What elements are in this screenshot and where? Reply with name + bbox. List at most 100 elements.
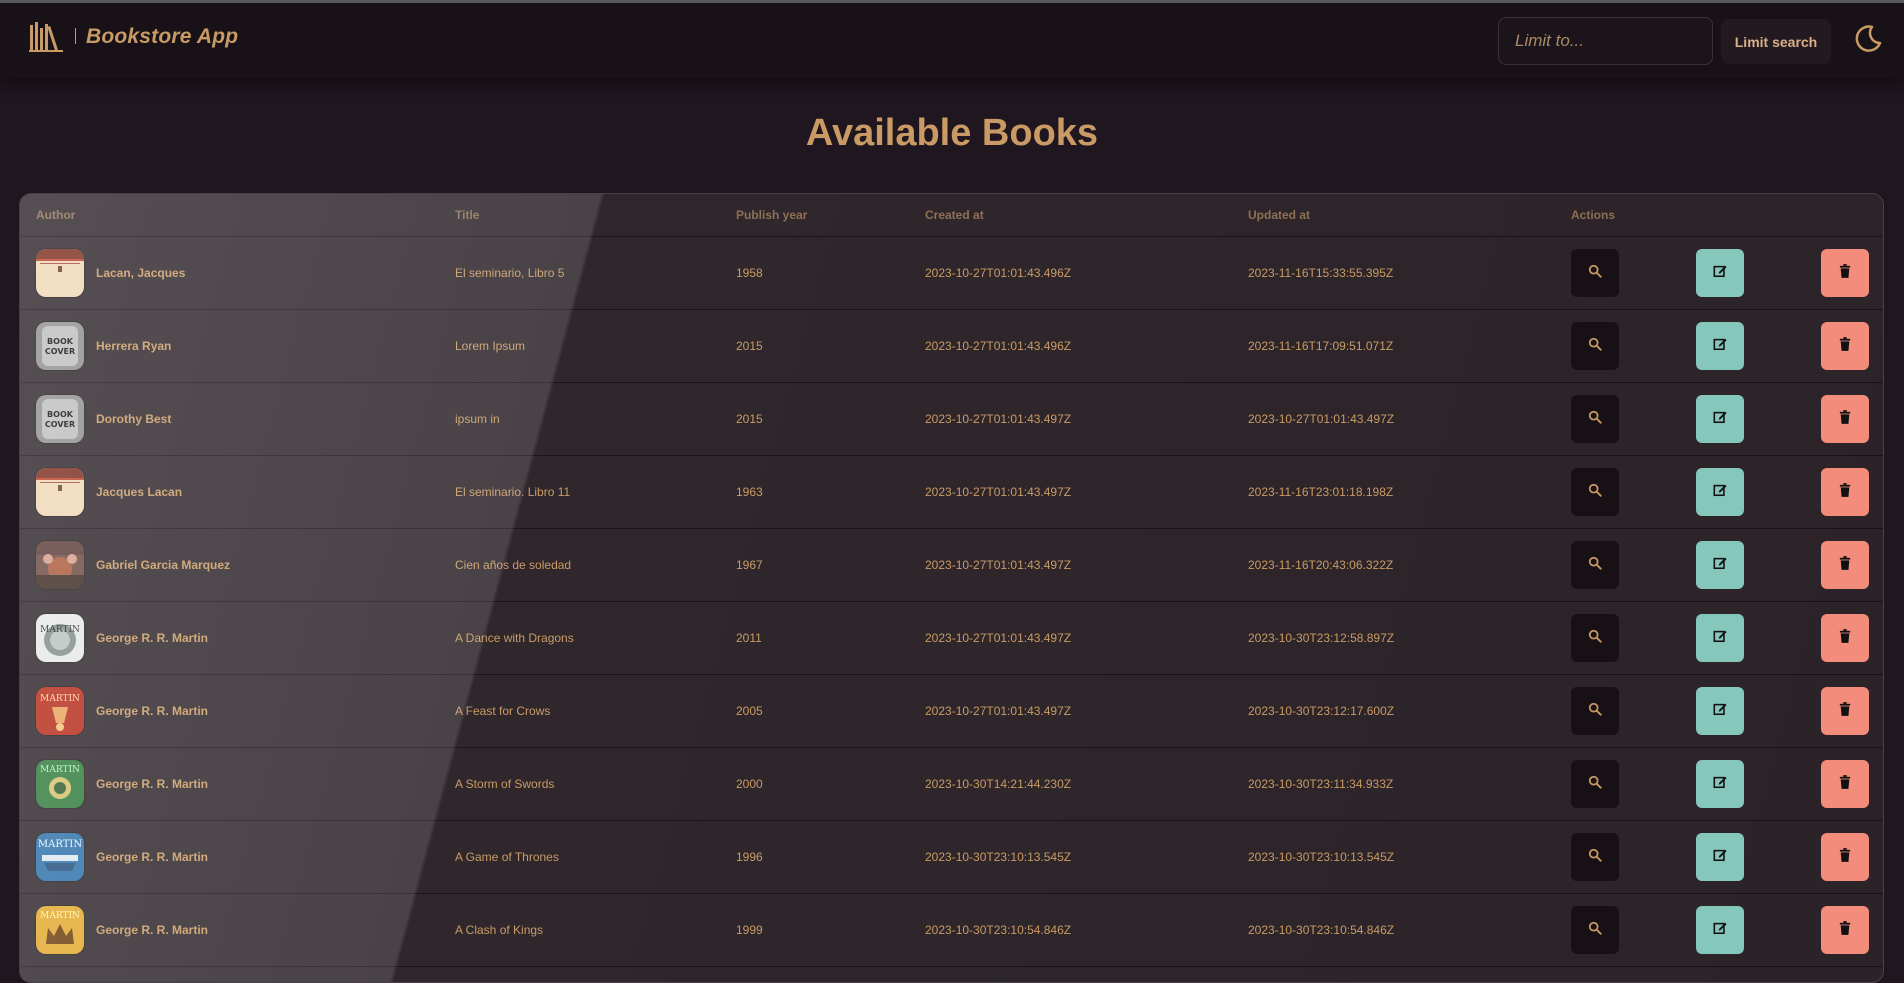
author-name: Herrera Ryan	[96, 338, 172, 353]
delete-button[interactable]	[1821, 686, 1869, 735]
actions-cell	[1555, 455, 1883, 528]
column-header-author[interactable]: Author	[20, 194, 439, 237]
publish-year-cell: 2015	[736, 338, 763, 353]
edit-icon	[1713, 264, 1727, 281]
edit-button[interactable]	[1696, 540, 1744, 589]
svg-text:BOOK: BOOK	[47, 410, 74, 419]
edit-button[interactable]	[1696, 905, 1744, 954]
svg-text:BOOK: BOOK	[47, 337, 74, 346]
search-icon	[1588, 410, 1602, 427]
delete-button[interactable]	[1821, 540, 1869, 589]
created-at-cell: 2023-10-27T01:01:43.497Z	[925, 630, 1072, 645]
publish-year-cell: 2005	[736, 703, 763, 718]
moon-icon	[1852, 23, 1884, 60]
author-cell: MARTIN George R. R. Martin	[20, 747, 439, 820]
delete-button[interactable]	[1821, 905, 1869, 954]
updated-at-cell: 2023-11-16T17:09:51.071Z	[1248, 338, 1394, 353]
column-header-publish-year[interactable]: Publish year	[720, 194, 909, 237]
author-cell: MARTIN George R. R. Martin	[20, 893, 439, 966]
edit-icon	[1713, 483, 1727, 500]
edit-button[interactable]	[1696, 686, 1744, 735]
updated-at-cell: 2023-10-30T23:10:13.545Z	[1248, 849, 1395, 864]
column-header-actions: Actions	[1555, 194, 1883, 237]
view-button[interactable]	[1571, 394, 1619, 443]
view-button[interactable]	[1571, 248, 1619, 297]
updated-at-cell: 2023-10-30T23:11:34.933Z	[1248, 776, 1394, 791]
column-header-created-at[interactable]: Created at	[909, 194, 1232, 237]
created-at-cell: 2023-10-30T14:21:44.230Z	[925, 776, 1072, 791]
limit-search-button[interactable]: Limit search	[1721, 19, 1831, 64]
delete-button[interactable]	[1821, 467, 1869, 516]
view-button[interactable]	[1571, 321, 1619, 370]
edit-button[interactable]	[1696, 248, 1744, 297]
brand[interactable]: Bookstore App	[29, 22, 238, 52]
edit-button[interactable]	[1696, 613, 1744, 662]
table-row: BOOK COVER Dorothy Best ipsum in 2015 2023-10…	[20, 382, 1883, 455]
publish-year-cell: 1967	[736, 557, 763, 572]
view-button[interactable]	[1571, 686, 1619, 735]
column-header-title[interactable]: Title	[439, 194, 720, 237]
table-row: MARTIN George R. R. Martin A Dance with Dr…	[20, 601, 1883, 674]
search-icon	[1588, 483, 1602, 500]
view-button[interactable]	[1571, 467, 1619, 516]
edit-button[interactable]	[1696, 321, 1744, 370]
author-name: George R. R. Martin	[96, 849, 209, 864]
view-button[interactable]	[1571, 832, 1619, 881]
view-button[interactable]	[1571, 905, 1619, 954]
limit-input[interactable]	[1498, 17, 1713, 65]
author-cell: Lacan, Jacques	[20, 236, 439, 309]
table-row: MARTIN George R. R. Martin A Storm of Swor…	[20, 747, 1883, 820]
edit-button[interactable]	[1696, 394, 1744, 443]
created-at-cell: 2023-10-27T01:01:43.497Z	[925, 484, 1072, 499]
view-button[interactable]	[1571, 540, 1619, 589]
actions-cell	[1555, 236, 1883, 309]
delete-button[interactable]	[1821, 759, 1869, 808]
edit-icon	[1713, 556, 1727, 573]
table-row: MARTIN George R. R. Martin A Feast for Cro…	[20, 674, 1883, 747]
author-name: George R. R. Martin	[96, 922, 209, 937]
actions-cell	[1555, 674, 1883, 747]
column-header-updated-at[interactable]: Updated at	[1232, 194, 1555, 237]
edit-button[interactable]	[1696, 832, 1744, 881]
updated-at-cell: 2023-10-30T23:10:54.846Z	[1248, 922, 1395, 937]
edit-icon	[1713, 629, 1727, 646]
table-body: Lacan, Jacques El seminario, Libro 5 1958 2…	[20, 236, 1883, 966]
delete-button[interactable]	[1821, 248, 1869, 297]
trash-icon	[1839, 629, 1851, 646]
publish-year-cell: 2011	[736, 630, 762, 645]
edit-button[interactable]	[1696, 759, 1744, 808]
books-table: Author Title Publish year Created at Upd…	[20, 194, 1883, 967]
author-cell: BOOK COVER Herrera Ryan	[20, 309, 439, 382]
delete-button[interactable]	[1821, 832, 1869, 881]
trash-icon	[1839, 264, 1851, 281]
edit-icon	[1713, 337, 1727, 354]
view-button[interactable]	[1571, 613, 1619, 662]
actions-cell	[1555, 893, 1883, 966]
search-icon	[1588, 921, 1602, 938]
delete-button[interactable]	[1821, 394, 1869, 443]
title-cell: A Storm of Swords	[455, 776, 555, 791]
book-cover-image	[36, 540, 84, 589]
title-cell: ipsum in	[455, 411, 500, 426]
author-name: George R. R. Martin	[96, 630, 209, 645]
actions-cell	[1555, 382, 1883, 455]
delete-button[interactable]	[1821, 613, 1869, 662]
search-icon	[1588, 848, 1602, 865]
updated-at-cell: 2023-11-16T23:01:18.198Z	[1248, 484, 1394, 499]
view-button[interactable]	[1571, 759, 1619, 808]
edit-button[interactable]	[1696, 467, 1744, 516]
publish-year-cell: 1999	[736, 922, 763, 937]
search-icon	[1588, 264, 1602, 281]
books-icon	[29, 22, 63, 52]
search-icon	[1588, 337, 1602, 354]
edit-icon	[1713, 775, 1727, 792]
theme-toggle-button[interactable]	[1850, 23, 1886, 59]
title-cell: A Dance with Dragons	[455, 630, 574, 645]
title-cell: A Game of Thrones	[455, 849, 559, 864]
updated-at-cell: 2023-11-16T15:33:55.395Z	[1248, 265, 1394, 280]
title-cell: El seminario. Libro 11	[455, 484, 571, 499]
svg-text:MARTIN: MARTIN	[40, 694, 80, 704]
author-cell: MARTIN George R. R. Martin	[20, 601, 439, 674]
delete-button[interactable]	[1821, 321, 1869, 370]
trash-icon	[1839, 483, 1851, 500]
